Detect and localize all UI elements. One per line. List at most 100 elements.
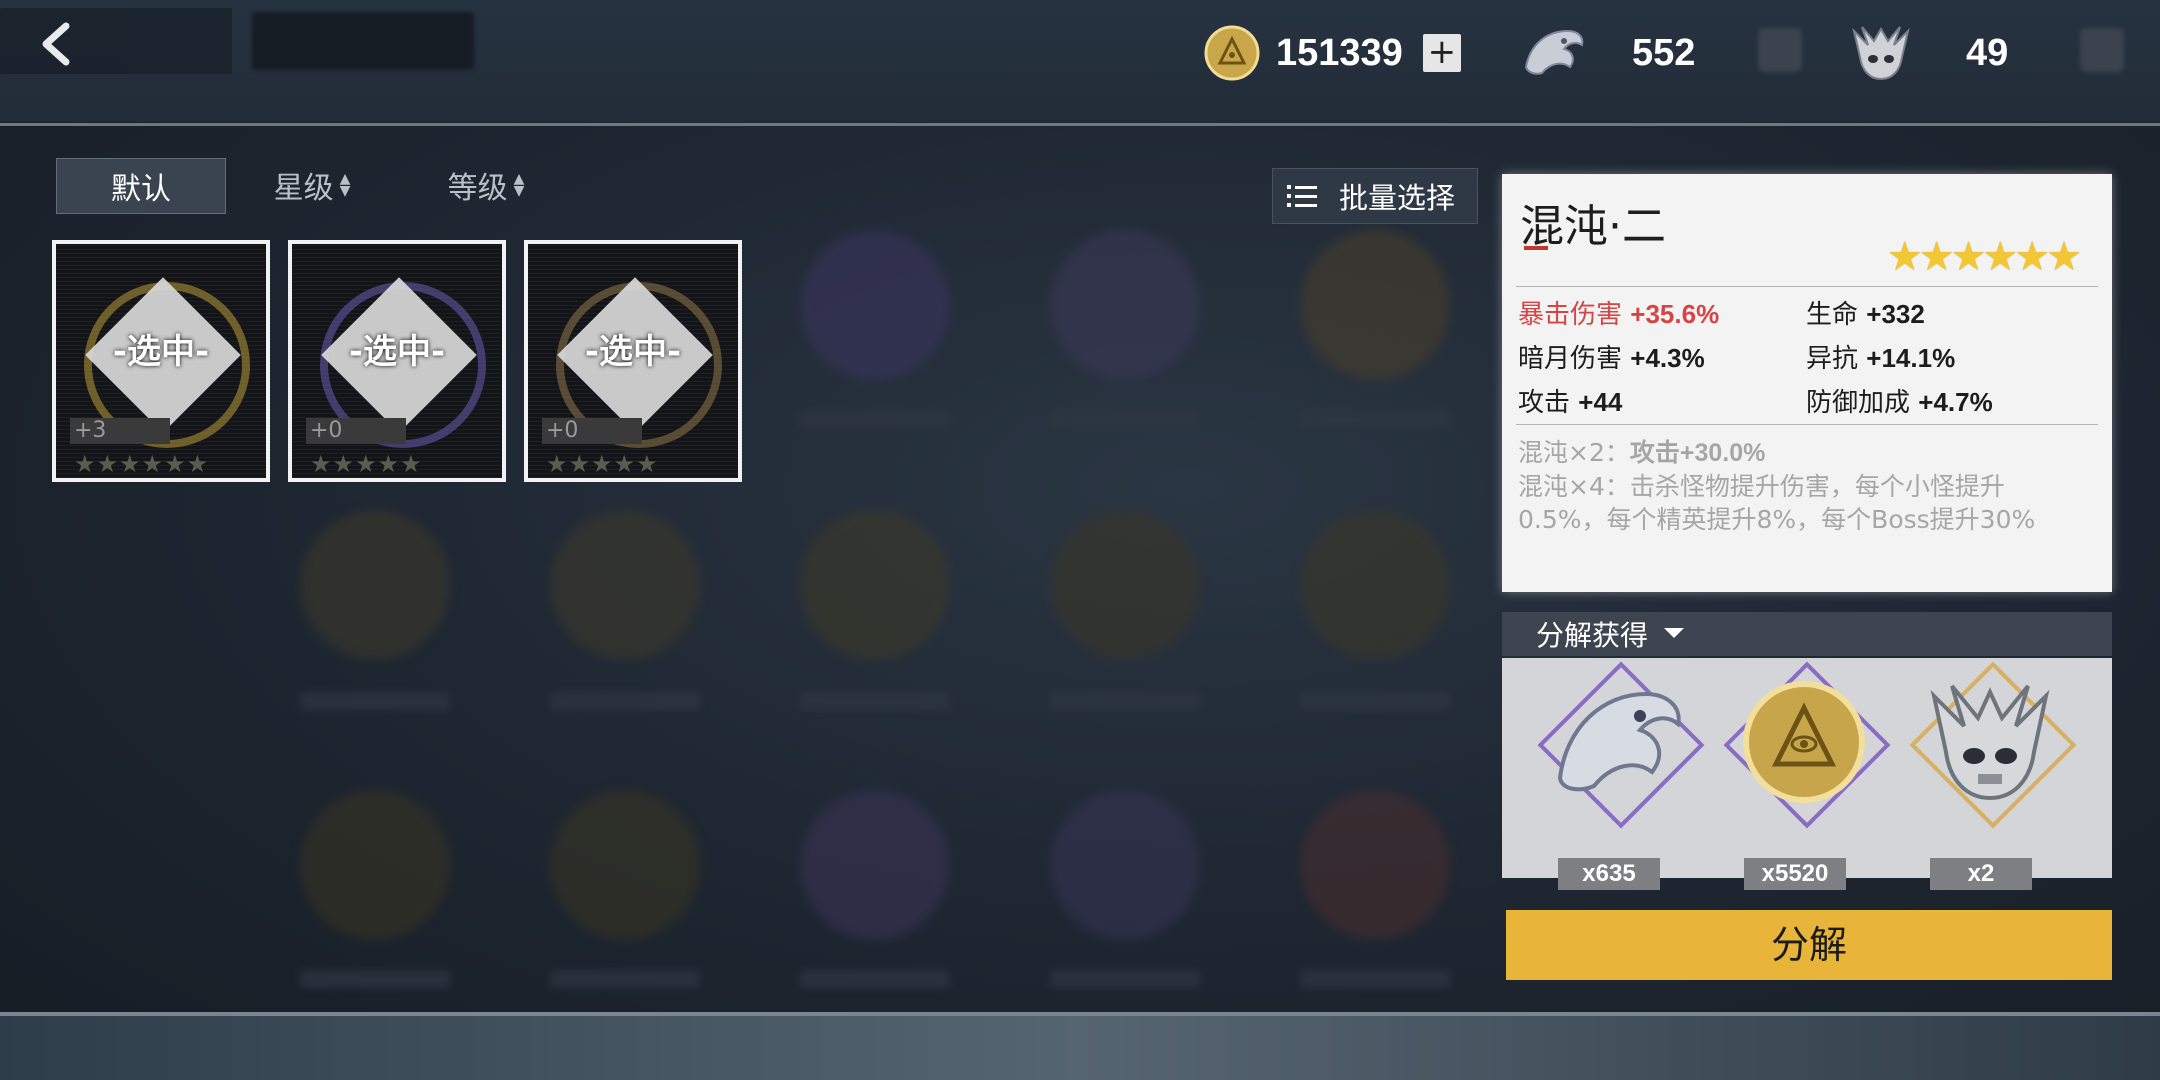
add-coins-button[interactable]: +	[1422, 34, 1461, 72]
item-card[interactable]: -选中- +3 ★★★★★★	[52, 240, 270, 482]
blurred-item	[1050, 510, 1200, 660]
stat-line: 异抗 +14.1%	[1806, 338, 1955, 375]
chevron-down-icon	[1664, 628, 1685, 638]
name-underline-mark	[1524, 246, 1548, 250]
blurred-tab	[252, 12, 474, 70]
coin-resource: 151339 +	[1204, 18, 1461, 88]
sort-arrows-icon: ▲ ▼	[339, 171, 351, 199]
blurred-item-bar	[800, 410, 950, 428]
blurred-item	[300, 790, 450, 940]
reward-count: x5520	[1744, 858, 1846, 890]
stat-label: 暴击伤害	[1518, 300, 1623, 330]
divider	[1516, 424, 2098, 425]
list-icon	[1287, 185, 1317, 207]
blurred-item	[1050, 790, 1200, 940]
batch-select-button[interactable]: 批量选择	[1272, 168, 1478, 224]
sort-default-tab[interactable]: 默认	[56, 158, 226, 214]
item-detail-panel: 混沌·二 ★★★★★★ 暴击伤害 +35.6% 生命 +332 暗月伤害 +4.…	[1502, 174, 2112, 592]
stat-value: +44	[1578, 387, 1623, 417]
stat-label: 防御加成	[1806, 388, 1911, 418]
blurred-item-bar	[1300, 970, 1450, 988]
blurred-item	[550, 510, 700, 660]
item-star-rating: ★★★★★★	[1886, 234, 2082, 280]
reward-count: x2	[1930, 858, 2032, 890]
blurred-item	[800, 510, 950, 660]
stat-value: +4.7%	[1918, 387, 1993, 417]
blurred-item	[1300, 790, 1450, 940]
blurred-item	[800, 230, 950, 380]
gold-coin-icon	[1204, 25, 1260, 81]
blurred-icon	[2080, 28, 2124, 72]
blurred-item	[550, 790, 700, 940]
skull-resource: 49	[1848, 18, 2008, 88]
blurred-item-bar	[550, 692, 700, 710]
blurred-item-bar	[300, 970, 450, 988]
blurred-item-bar	[1050, 410, 1200, 428]
item-level: +3	[70, 418, 170, 444]
blurred-item-bar	[550, 970, 700, 988]
sort-default-label: 默认	[111, 172, 171, 207]
dragon-shard-icon	[1524, 29, 1584, 75]
dragon-shard-icon	[1557, 691, 1681, 792]
stat-value: +332	[1866, 299, 1925, 329]
blurred-item-bar	[800, 970, 950, 988]
bottom-band	[0, 1016, 2160, 1080]
item-stars: ★★★★★	[546, 450, 659, 478]
selected-label: -选中-	[348, 332, 446, 372]
salvage-header-label: 分解获得	[1536, 619, 1649, 652]
reward-item: x2	[1909, 661, 2077, 890]
stat-value: +4.3%	[1630, 343, 1705, 373]
skull-token-count: 49	[1966, 31, 2009, 74]
skull-token-icon	[1930, 684, 2050, 801]
salvage-dropdown[interactable]: 分解获得	[1502, 612, 2112, 656]
back-button[interactable]	[0, 8, 232, 74]
stat-value: +14.1%	[1866, 343, 1956, 373]
blurred-icon	[1758, 28, 1802, 72]
item-level: +0	[306, 418, 406, 444]
salvage-button[interactable]: 分解	[1506, 910, 2112, 980]
blurred-item	[1300, 230, 1450, 380]
skull-token-icon	[1852, 26, 1910, 81]
item-stars: ★★★★★	[310, 450, 423, 478]
blurred-item-bar	[1050, 970, 1200, 988]
back-arrow-icon	[42, 22, 70, 66]
blurred-item	[1050, 230, 1200, 380]
set-bonus-description: 混沌×2：攻击+30.0% 混沌×4：击杀怪物提升伤害，每个小怪提升0.5%，每…	[1518, 436, 2092, 536]
item-name: 混沌·二	[1520, 201, 1666, 252]
sort-arrows-icon: ▲ ▼	[513, 171, 525, 199]
item-card[interactable]: -选中- +0 ★★★★★	[288, 240, 506, 482]
stat-line: 防御加成 +4.7%	[1806, 382, 1993, 419]
divider	[1516, 286, 2098, 287]
sort-star-tab[interactable]: 星级 ▲ ▼	[262, 158, 362, 212]
gold-coin-icon	[1743, 681, 1865, 803]
set-bonus-2-value: 攻击+30.0%	[1629, 439, 1766, 467]
salvage-rewards: x635 x5520 x2	[1502, 658, 2112, 890]
reward-item: x5520	[1723, 661, 1891, 890]
sort-level-tab[interactable]: 等级 ▲ ▼	[436, 158, 536, 212]
blurred-item	[300, 510, 450, 660]
stat-line: 生命 +332	[1806, 294, 1925, 331]
item-stars: ★★★★★★	[74, 450, 210, 478]
stat-line: 暗月伤害 +4.3%	[1518, 338, 1705, 375]
stat-line: 暴击伤害 +35.6%	[1518, 294, 1719, 331]
selected-label: -选中-	[112, 332, 210, 372]
sort-level-label: 等级	[447, 171, 508, 206]
stat-label: 攻击	[1518, 388, 1571, 418]
set-bonus-2-label: 混沌×2：	[1518, 438, 1630, 467]
item-level: +0	[542, 418, 642, 444]
set-bonus-4-label: 混沌×4：	[1518, 472, 1630, 501]
coin-count: 151339	[1276, 31, 1403, 74]
blurred-item	[1300, 510, 1450, 660]
top-divider	[0, 123, 2160, 126]
sort-star-label: 星级	[273, 171, 334, 206]
blurred-item-bar	[300, 692, 450, 710]
reward-count: x635	[1558, 858, 1660, 890]
dragon-shard-resource: 552	[1520, 18, 1695, 88]
dragon-shard-count: 552	[1632, 31, 1696, 74]
stat-value: +35.6%	[1630, 299, 1720, 329]
reward-item: x635	[1537, 661, 1705, 890]
stat-label: 异抗	[1806, 344, 1859, 374]
stat-label: 暗月伤害	[1518, 344, 1623, 374]
blurred-item-bar	[1050, 692, 1200, 710]
item-card[interactable]: -选中- +0 ★★★★★	[524, 240, 742, 482]
